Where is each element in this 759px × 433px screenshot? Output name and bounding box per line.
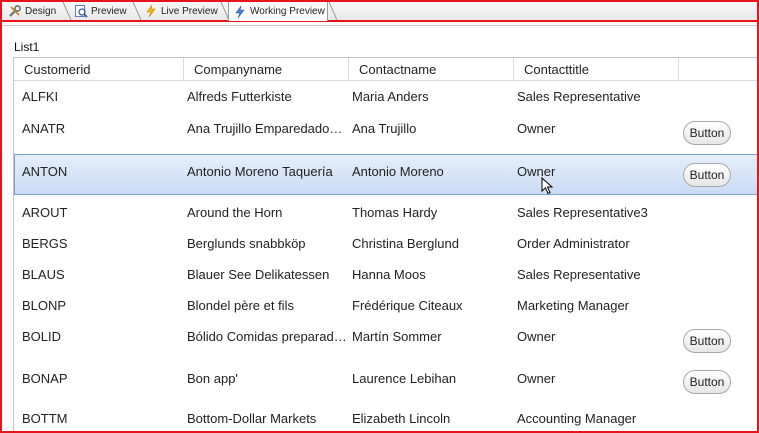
cell-customerid: BONAP [22,371,68,386]
row-action-button[interactable]: Button [683,121,731,145]
column-header-companyname[interactable]: Companyname [184,58,349,80]
mouse-pointer-icon [541,177,554,195]
customer-list[interactable]: Customerid Companyname Contactname Conta… [13,57,759,433]
cell-companyname: Bólido Comidas preparadas [187,329,347,344]
table-row[interactable]: ALFKI Alfreds Futterkiste Maria Anders S… [14,80,759,111]
cell-customerid: BOTTM [22,411,68,426]
tab-label: Live Preview [161,5,218,17]
list-header: Customerid Companyname Contactname Conta… [14,58,759,81]
cell-customerid: BLAUS [22,267,65,282]
cell-contacttitle: Owner [517,329,556,344]
column-header-customerid[interactable]: Customerid [14,58,184,80]
cell-customerid: AROUT [22,205,68,220]
table-row[interactable]: BERGS Berglunds snabbköp Christina Bergl… [14,228,759,259]
cell-contacttitle: Sales Representative [517,267,641,282]
cell-companyname: Berglunds snabbköp [187,236,306,251]
tools-icon [8,4,22,18]
row-action-button[interactable]: Button [683,163,731,187]
cell-customerid: BERGS [22,236,68,251]
cell-contactname: Martín Sommer [352,329,442,344]
cell-companyname: Blondel père et fils [187,298,294,313]
cell-contacttitle: Sales Representative [517,89,641,104]
cell-companyname: Alfreds Futterkiste [187,89,292,104]
table-row[interactable]: BOTTM Bottom-Dollar Markets Elizabeth Li… [14,403,759,433]
row-action-button[interactable]: Button [683,329,731,353]
cell-contactname: Ana Trujillo [352,121,417,136]
cell-contactname: Christina Berglund [352,236,459,251]
tab-divider [328,2,338,20]
cell-contacttitle: Owner [517,121,556,136]
table-row[interactable]: BLAUS Blauer See Delikatessen Hanna Moos… [14,259,759,290]
cell-contacttitle: Order Administrator [517,236,630,251]
column-header-blank [679,58,759,80]
list-title: List1 [14,40,40,54]
cell-contacttitle: Marketing Manager [517,298,629,313]
tab-preview[interactable]: Preview [70,2,132,20]
cell-contactname: Antonio Moreno [352,164,444,179]
content-divider [2,25,757,26]
column-header-contactname[interactable]: Contactname [349,58,514,80]
tab-label: Preview [91,5,127,17]
row-action-button[interactable]: Button [683,370,731,394]
lightning-icon [144,4,158,18]
tab-working-preview[interactable]: Working Preview [228,1,328,21]
cell-customerid: ALFKI [22,89,59,104]
cell-contactname: Elizabeth Lincoln [352,411,451,426]
cell-contactname: Thomas Hardy [352,205,438,220]
preview-icon [74,4,88,18]
cell-companyname: Bottom-Dollar Markets [187,411,317,426]
cell-contactname: Laurence Lebihan [352,371,457,386]
cell-companyname: Antonio Moreno Taquería [187,164,333,179]
cell-contacttitle: Sales Representative3 [517,205,648,220]
cell-contacttitle: Accounting Manager [517,411,637,426]
table-row[interactable]: AROUT Around the Horn Thomas Hardy Sales… [14,197,759,228]
column-header-contacttitle[interactable]: Contacttitle [514,58,679,80]
cell-contactname: Frédérique Citeaux [352,298,463,313]
cell-customerid: BLONP [22,298,67,313]
tab-design[interactable]: Design [4,2,62,20]
cell-customerid: BOLID [22,329,62,344]
table-row[interactable]: ANATR Ana Trujillo Emparedados y helados… [14,111,759,152]
lightning-icon [233,5,247,19]
cell-companyname: Around the Horn [187,205,283,220]
cell-contactname: Maria Anders [352,89,429,104]
cell-contacttitle: Owner [517,371,556,386]
table-row-selected[interactable]: ANTON Antonio Moreno Taquería Antonio Mo… [14,154,759,195]
cell-companyname: Blauer See Delikatessen [187,267,330,282]
table-row[interactable]: BLONP Blondel père et fils Frédérique Ci… [14,290,759,321]
tab-label: Design [25,5,57,17]
table-row[interactable]: BOLID Bólido Comidas preparadas Martín S… [14,321,759,362]
tab-label: Working Preview [250,6,325,17]
preview-tab-strip: Design Preview Live Preview Working Prev… [0,0,759,22]
cell-contactname: Hanna Moos [352,267,426,282]
table-row[interactable]: BONAP Bon app' Laurence Lebihan Owner Bu… [14,362,759,403]
cell-companyname: Bon app' [187,371,238,386]
tab-live-preview[interactable]: Live Preview [140,2,220,20]
cell-companyname: Ana Trujillo Emparedados y helados [187,121,347,136]
cell-customerid: ANATR [22,121,66,136]
cell-customerid: ANTON [22,164,68,179]
